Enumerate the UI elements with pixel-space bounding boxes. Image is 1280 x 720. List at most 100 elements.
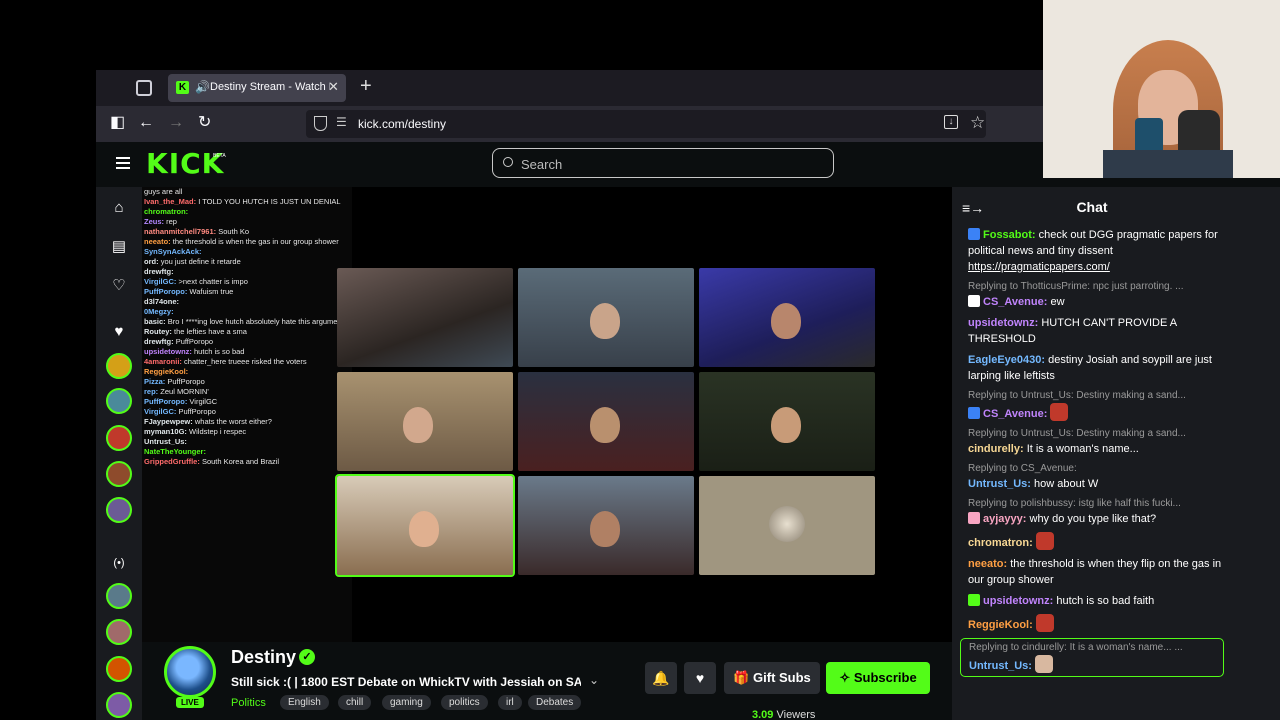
- chat-username[interactable]: upsidetownz:: [983, 595, 1053, 607]
- chat-message[interactable]: ReggieKool:: [952, 614, 1232, 633]
- chat-message-body: Untrust_Us:: [969, 655, 1215, 674]
- channel-avatar[interactable]: [106, 656, 132, 682]
- tag[interactable]: English: [280, 695, 329, 710]
- permissions-icon[interactable]: ☰: [336, 115, 347, 129]
- tag[interactable]: politics: [441, 695, 488, 710]
- chat-message[interactable]: neeato: the threshold is when they flip …: [952, 556, 1232, 588]
- chat-message[interactable]: Replying to CS_Avenue: Untrust_Us: how ab…: [952, 462, 1232, 492]
- overlay-chat-text: the threshold is when the gas in our gro…: [172, 237, 339, 246]
- following-heart-icon[interactable]: ♡: [111, 278, 127, 294]
- reply-context[interactable]: Replying to ThotticusPrime: npc just par…: [968, 280, 1222, 294]
- overlay-chat-username: drewftg:: [144, 267, 174, 276]
- kick-logo[interactable]: KICK: [146, 147, 224, 180]
- chat-username[interactable]: EagleEye0430:: [968, 354, 1045, 366]
- chat-username[interactable]: chromatron:: [968, 537, 1033, 549]
- url-text[interactable]: kick.com/destiny: [358, 117, 446, 131]
- live-broadcast-icon[interactable]: (•): [111, 555, 127, 571]
- channel-avatar[interactable]: [106, 353, 132, 379]
- chat-username[interactable]: ReggieKool:: [968, 619, 1033, 631]
- overlay-chat-text: PuffPoropo: [178, 407, 216, 416]
- gift-subs-label: Gift Subs: [753, 670, 811, 685]
- bookmark-star-icon[interactable]: ☆: [970, 113, 985, 133]
- download-icon[interactable]: ↓: [944, 115, 958, 129]
- chat-username[interactable]: neeato:: [968, 558, 1007, 570]
- browse-icon[interactable]: ▤: [111, 239, 127, 255]
- chat-message[interactable]: EagleEye0430: destiny Josiah and soypill…: [952, 352, 1232, 384]
- chat-text: ew: [1050, 296, 1065, 308]
- follow-heart-button[interactable]: ♥: [684, 662, 716, 694]
- chat-message[interactable]: Replying to Untrust_Us: Destiny making a…: [952, 389, 1232, 422]
- speaker-icon[interactable]: 🔊: [195, 80, 210, 94]
- tab-manager-icon[interactable]: [136, 80, 152, 96]
- tag[interactable]: irl: [498, 695, 522, 710]
- chat-username[interactable]: Untrust_Us:: [969, 660, 1032, 672]
- url-bar[interactable]: ☰ kick.com/destiny ↓ ☆: [306, 110, 986, 138]
- overlay-chat-line: FJaypewpew: whats the worst either?: [142, 417, 352, 427]
- reply-context[interactable]: Replying to cindurelly: It is a woman's …: [969, 641, 1215, 655]
- home-icon[interactable]: ⌂: [111, 200, 127, 216]
- chat-message[interactable]: Replying to Untrust_Us: Destiny making a…: [952, 427, 1232, 457]
- notification-bell-button[interactable]: 🔔: [645, 662, 677, 694]
- channel-avatar[interactable]: [106, 583, 132, 609]
- chat-username[interactable]: cindurelly:: [968, 443, 1024, 455]
- chat-message[interactable]: upsidetownz: hutch is so bad faith: [952, 593, 1232, 609]
- chat-username[interactable]: Untrust_Us:: [968, 478, 1031, 490]
- highlighted-chat-message[interactable]: Replying to cindurelly: It is a woman's …: [960, 638, 1224, 677]
- subscribe-button[interactable]: ✧ Subscribe: [826, 662, 930, 694]
- chat-message[interactable]: Replying to ThotticusPrime: npc just par…: [952, 280, 1232, 310]
- viewer-count: 3.09 Viewers: [752, 709, 815, 720]
- shield-icon[interactable]: [314, 116, 327, 131]
- browser-tab[interactable]: K 🔊 Destiny Stream - Watch Live ✕: [168, 74, 346, 102]
- menu-icon[interactable]: [116, 157, 130, 169]
- forward-icon[interactable]: →: [168, 114, 184, 132]
- chat-username[interactable]: CS_Avenue:: [983, 408, 1047, 420]
- channel-avatar[interactable]: [106, 461, 132, 487]
- reply-context[interactable]: Replying to Untrust_Us: Destiny making a…: [968, 389, 1222, 403]
- live-badge: LIVE: [176, 697, 204, 708]
- chat-username[interactable]: upsidetownz:: [968, 317, 1038, 329]
- search-input[interactable]: [519, 149, 823, 179]
- overlay-chat-username: GrippedGruffle:: [144, 457, 200, 466]
- chevron-down-icon[interactable]: ⌄: [589, 673, 599, 687]
- reload-icon[interactable]: ↻: [198, 114, 211, 132]
- streamer-avatar[interactable]: [164, 646, 216, 698]
- chat-message-body: ReggieKool:: [968, 614, 1222, 633]
- gift-subs-button[interactable]: 🎁 Gift Subs: [724, 662, 820, 694]
- tag[interactable]: Debates: [528, 695, 582, 710]
- tag[interactable]: chill: [338, 695, 372, 710]
- overlay-chat-line: Routey: the lefties have a sma: [142, 327, 352, 337]
- channel-avatar[interactable]: [106, 497, 132, 523]
- chat-message[interactable]: chromatron:: [952, 532, 1232, 551]
- new-tab-icon[interactable]: +: [360, 76, 372, 96]
- camera-tile: [518, 372, 694, 471]
- tag[interactable]: gaming: [382, 695, 431, 710]
- video-player[interactable]: guys are all Ivan_the_Mad: I TOLD YOU HUT…: [142, 187, 952, 642]
- close-tab-icon[interactable]: ✕: [328, 79, 339, 95]
- overlay-chat-username: SynSynAckAck:: [144, 247, 202, 256]
- chat-message[interactable]: Fossabot: check out DGG pragmatic papers…: [952, 227, 1232, 275]
- reply-context[interactable]: Replying to CS_Avenue:: [968, 462, 1222, 476]
- chat-username[interactable]: CS_Avenue:: [983, 296, 1047, 308]
- streamer-name[interactable]: Destiny: [231, 647, 296, 668]
- chat-message[interactable]: upsidetownz: HUTCH CAN'T PROVIDE A THRES…: [952, 315, 1232, 347]
- category-link[interactable]: Politics: [231, 697, 266, 709]
- reply-context[interactable]: Replying to polishbussy: istg like half …: [968, 497, 1222, 511]
- chat-message-body: EagleEye0430: destiny Josiah and soypill…: [968, 352, 1222, 384]
- overlay-chat-line: SynSynAckAck:: [142, 247, 352, 257]
- channel-avatar[interactable]: [106, 388, 132, 414]
- reply-context[interactable]: Replying to Untrust_Us: Destiny making a…: [968, 427, 1222, 441]
- search-box[interactable]: [492, 148, 834, 179]
- overlay-chat-line: VirgilGC: PuffPoropo: [142, 407, 352, 417]
- sidebar-toggle-icon[interactable]: ◧: [110, 114, 125, 132]
- chat-message[interactable]: Replying to polishbussy: istg like half …: [952, 497, 1232, 527]
- channel-avatar[interactable]: [106, 619, 132, 645]
- overlay-chat-line: neeato: the threshold is when the gas in…: [142, 237, 352, 247]
- overlay-chat-line: PuffPoropo: Wafuism true: [142, 287, 352, 297]
- chat-username[interactable]: Fossabot:: [983, 229, 1036, 241]
- back-icon[interactable]: ←: [138, 114, 154, 132]
- channel-avatar[interactable]: [106, 692, 132, 718]
- channel-avatar[interactable]: [106, 425, 132, 451]
- chat-username[interactable]: ayjayyy:: [983, 513, 1026, 525]
- followed-heart-icon[interactable]: ♥: [111, 324, 127, 340]
- chat-link[interactable]: https://pragmaticpapers.com/: [968, 261, 1110, 273]
